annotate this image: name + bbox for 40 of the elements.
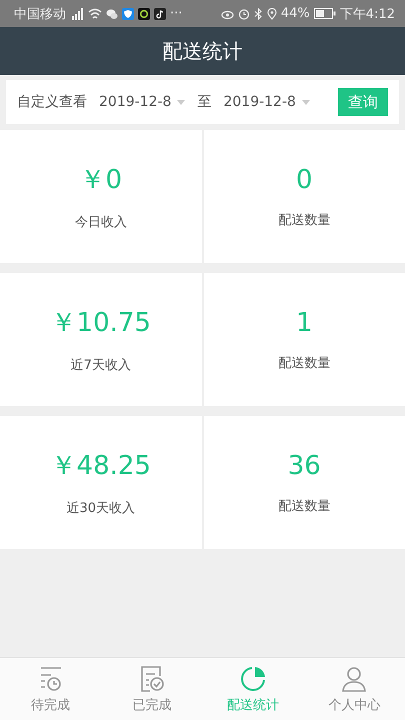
page-title: 配送统计 [162,38,242,64]
nav-tab[interactable]: 个人中心 [304,658,405,720]
carrier-name: 中国移动 [14,6,66,22]
battery-icon [314,8,336,19]
note-app-icon [154,8,166,20]
nav-tab[interactable]: 配送统计 [202,658,304,720]
person-icon [340,664,368,692]
bluetooth-icon [254,8,263,20]
income-amount: ￥48.25 [50,450,151,483]
start-date-dropdown[interactable]: 2019-12-8 [99,94,186,110]
end-date-dropdown[interactable]: 2019-12-8 [223,94,310,110]
signal-icon [70,8,84,20]
income-amount: ￥0 [79,164,122,197]
count-label: 配送数量 [278,212,330,228]
income-label: 近30天收入 [66,500,136,517]
caret-icon [177,100,186,104]
delivery-count: 0 [296,164,313,194]
clock-time: 下午4:12 [340,6,395,22]
delivery-count: 36 [288,450,321,480]
count-label: 配送数量 [278,498,330,514]
income-label: 今日收入 [74,214,127,231]
location-icon [266,8,277,20]
nav-tab[interactable]: 待完成 [0,658,102,720]
range-separator: 至 [197,93,212,111]
query-button[interactable]: 查询 [338,88,388,116]
nav-tab[interactable]: 已完成 [101,658,202,720]
ring-app-icon [138,8,150,20]
shield-app-icon [122,8,134,20]
pie-chart-icon [239,664,268,692]
wifi-icon [88,8,102,20]
battery-percent: 44% [280,6,310,21]
income-label: 近7天收入 [70,357,131,374]
count-label: 配送数量 [278,354,330,372]
chat-icon [106,8,118,20]
alarm-icon [238,8,250,20]
filter-label: 自定义查看 [17,93,87,111]
income-amount: ￥10.75 [50,307,151,340]
more-notifications: ··· [170,6,182,21]
delivery-count: 1 [296,308,313,338]
caret-icon [302,100,310,104]
